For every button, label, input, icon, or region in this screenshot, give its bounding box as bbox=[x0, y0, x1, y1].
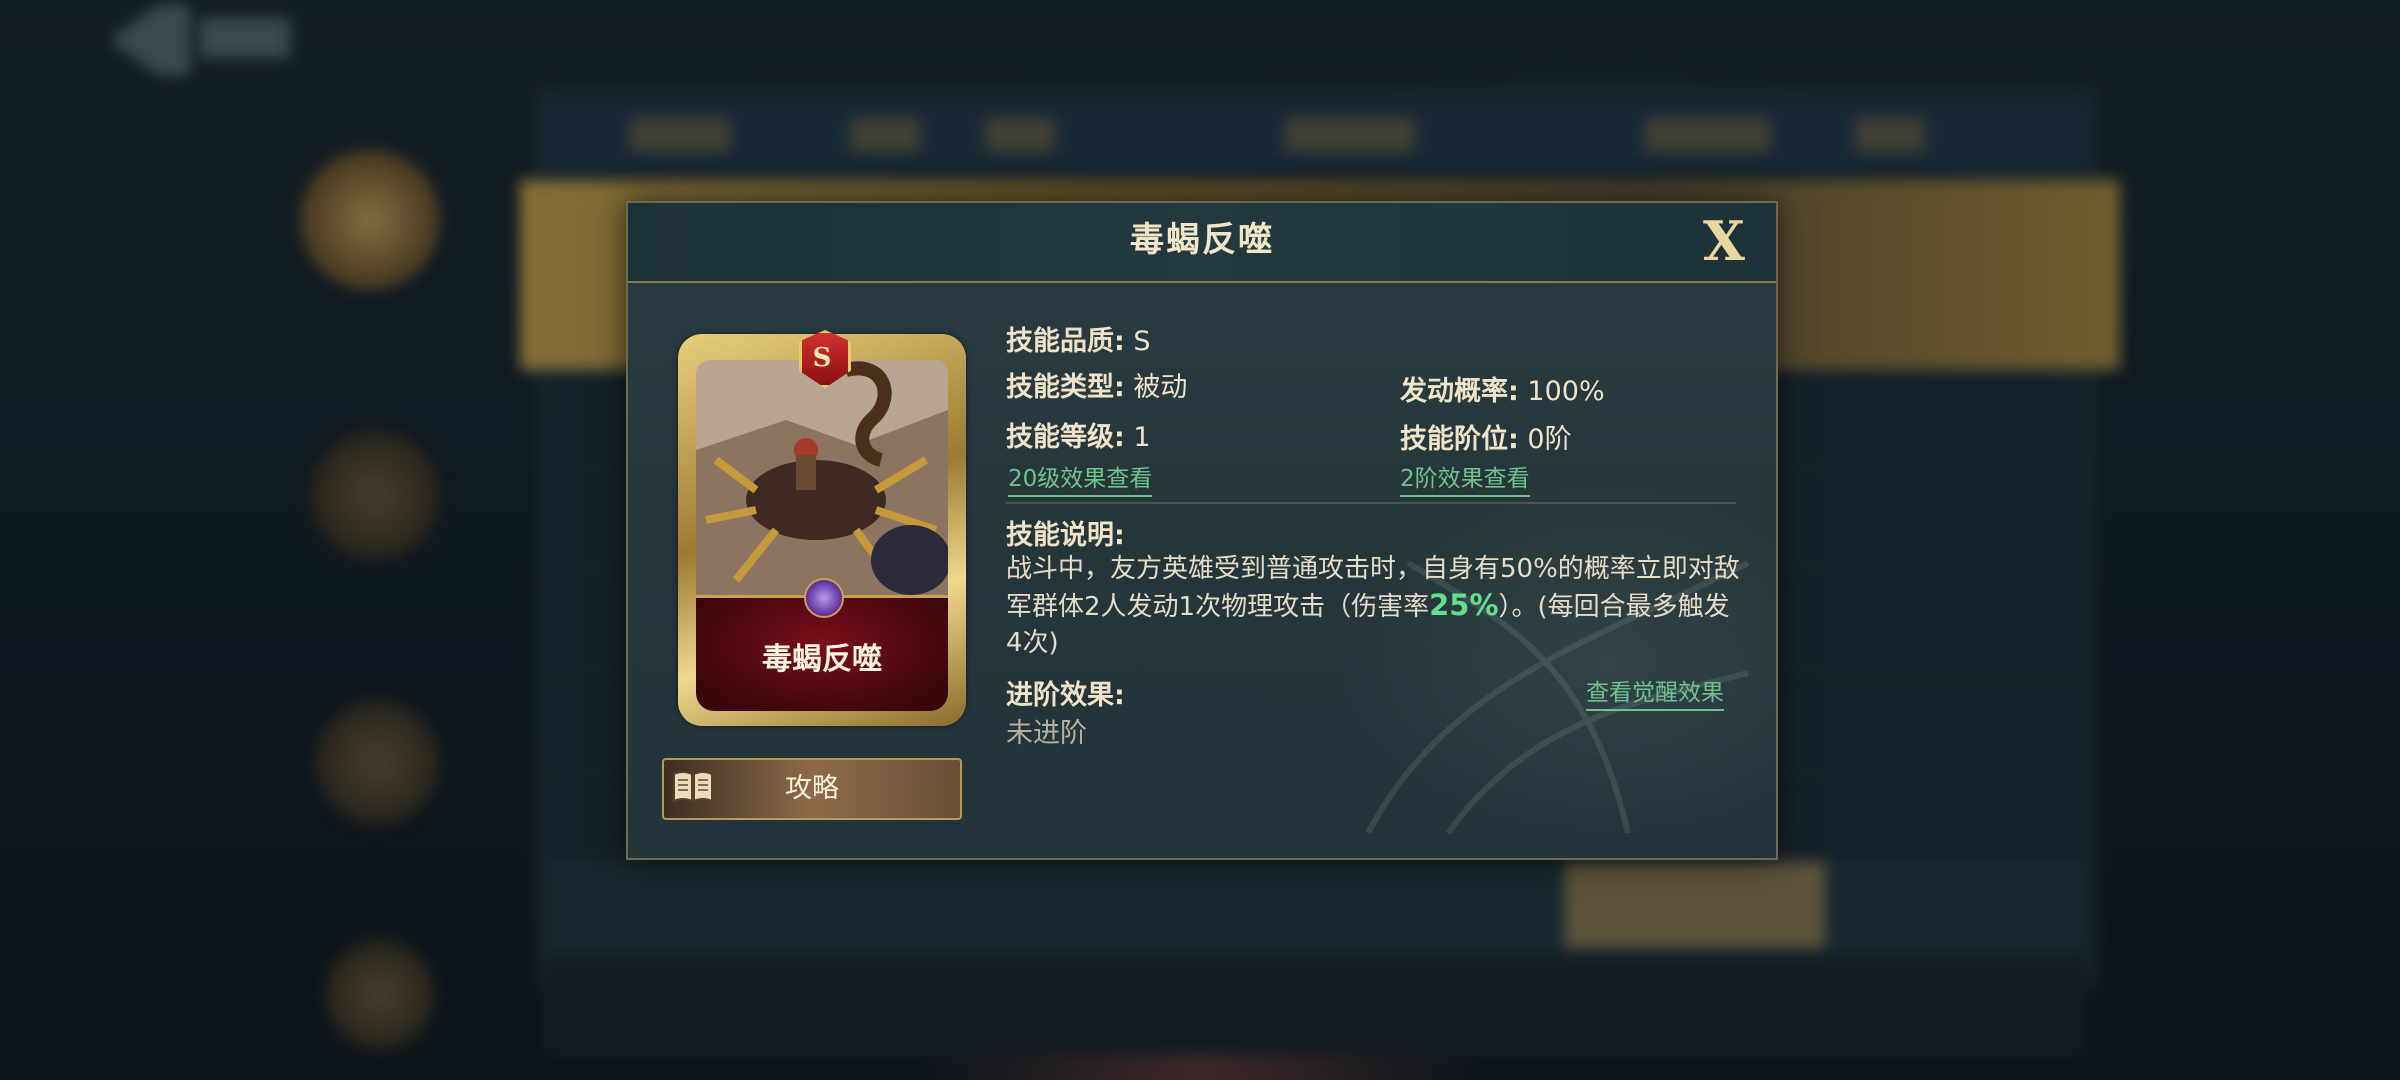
trigger-chance-label: 发动概率: bbox=[1400, 376, 1519, 407]
skill-rank: 技能阶位: 0阶 bbox=[1400, 417, 1572, 456]
skill-description-label: 技能说明: bbox=[1006, 520, 1125, 551]
skill-card-name: 毒蝎反噬 bbox=[762, 642, 882, 677]
skill-quality-value: S bbox=[1133, 326, 1151, 357]
skill-type-orb-icon bbox=[804, 578, 844, 618]
close-button[interactable]: X bbox=[1694, 211, 1754, 271]
skill-card-artwork bbox=[696, 360, 948, 595]
advance-effect-label: 进阶效果: bbox=[1006, 680, 1125, 711]
skill-level-value: 1 bbox=[1133, 422, 1151, 453]
skill-description-heading: 技能说明: bbox=[1006, 513, 1125, 552]
skill-detail-dialog: 毒蝎反噬 X 毒蝎反噬 S 攻略 技能品质: S 技能类型: 被动 发动概率: … bbox=[626, 201, 1778, 860]
awaken-effect-link[interactable]: 查看觉醒效果 bbox=[1586, 673, 1724, 711]
skill-level: 技能等级: 1 bbox=[1006, 415, 1151, 454]
skill-type-value: 被动 bbox=[1133, 372, 1188, 403]
dialog-title: 毒蝎反噬 bbox=[1130, 220, 1274, 260]
skill-type: 技能类型: 被动 bbox=[1006, 365, 1187, 404]
skill-rank-value: 0阶 bbox=[1527, 424, 1572, 455]
skill-card: 毒蝎反噬 S bbox=[678, 330, 966, 726]
guide-button[interactable]: 攻略 bbox=[662, 758, 962, 820]
rank-effect-link[interactable]: 2阶效果查看 bbox=[1400, 459, 1530, 497]
advance-effect-value: 未进阶 bbox=[1006, 718, 1087, 749]
guide-button-label: 攻略 bbox=[785, 773, 839, 804]
section-divider bbox=[1006, 502, 1736, 504]
dialog-header: 毒蝎反噬 X bbox=[628, 203, 1776, 283]
skill-type-label: 技能类型: bbox=[1006, 372, 1125, 403]
damage-rate-highlight: 25% bbox=[1429, 588, 1499, 622]
advance-effect-heading: 进阶效果: bbox=[1006, 673, 1125, 712]
skill-quality: 技能品质: S bbox=[1006, 319, 1151, 358]
trigger-chance-value: 100% bbox=[1527, 376, 1605, 407]
grade-badge-label: S bbox=[812, 343, 832, 373]
skill-quality-label: 技能品质: bbox=[1006, 326, 1125, 357]
skill-level-label: 技能等级: bbox=[1006, 422, 1125, 453]
level-effect-link[interactable]: 20级效果查看 bbox=[1008, 459, 1153, 497]
skill-rank-label: 技能阶位: bbox=[1400, 424, 1519, 455]
skill-description-text: 战斗中，友方英雄受到普通攻击时，自身有50%的概率立即对敌军群体2人发动1次物理… bbox=[1006, 551, 1746, 661]
trigger-chance: 发动概率: 100% bbox=[1400, 369, 1605, 408]
skill-card-name-plate: 毒蝎反噬 bbox=[696, 578, 948, 711]
